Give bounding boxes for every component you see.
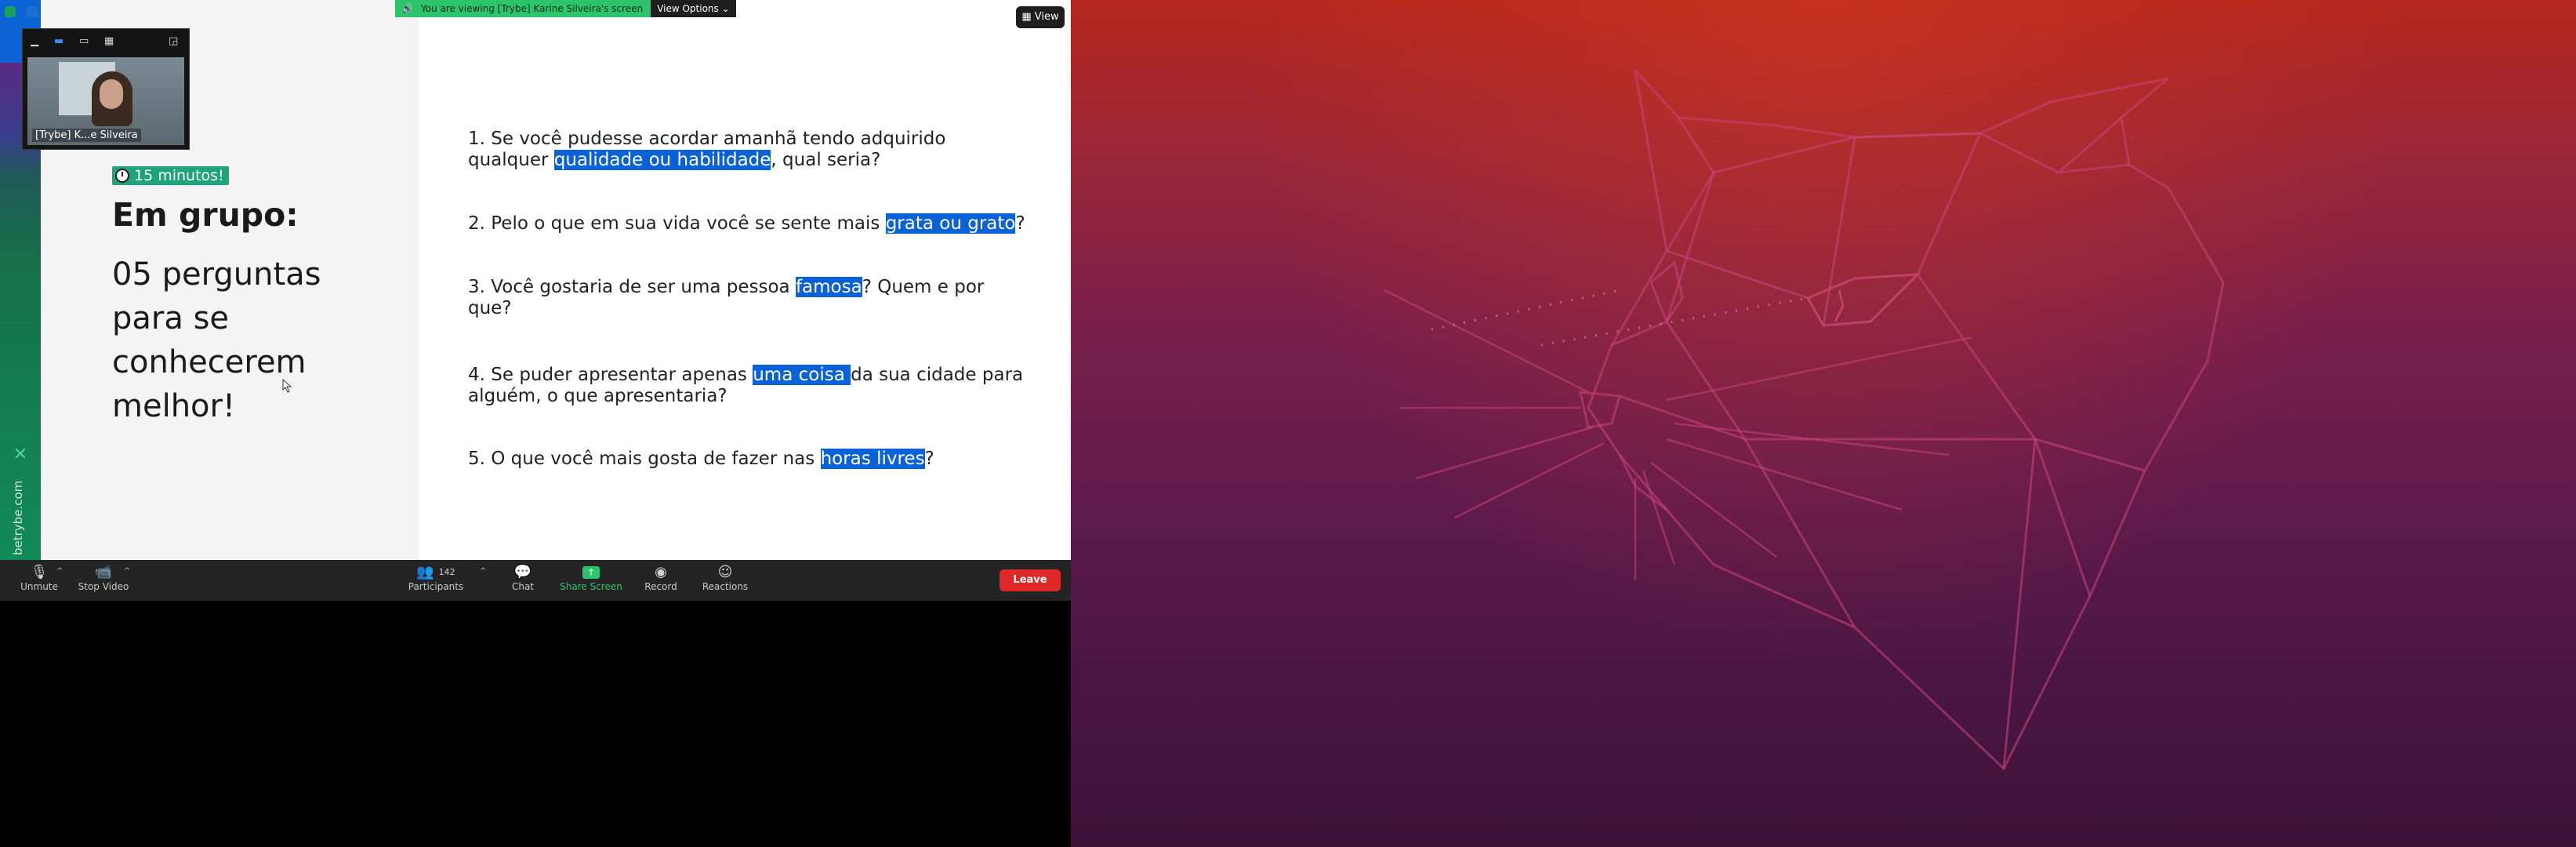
view-options-label: View Options	[657, 3, 719, 14]
participant-face	[100, 79, 123, 109]
question-line: 1. Se você pudesse acordar amanhã tendo …	[468, 129, 1040, 150]
cat-line-art	[1384, 67, 2225, 771]
minimize-icon[interactable]: ▁	[31, 35, 38, 47]
question-highlight: grata ou grato	[885, 213, 1016, 234]
chat-icon: 💬	[513, 564, 532, 580]
reactions-icon: ☺	[717, 564, 733, 580]
video-feed: [Trybe] K...e Silveira	[27, 57, 184, 145]
slide-subtitle: 05 perguntas para se conhecerem melhor!	[112, 256, 321, 424]
leave-button[interactable]: Leave	[1000, 569, 1061, 591]
desktop-wallpaper	[1071, 0, 2576, 847]
view-options-button[interactable]: View Options ⌄	[651, 0, 736, 17]
question-text: 3. Você gostaria de ser uma pessoa	[468, 277, 796, 297]
view-label: View	[1034, 11, 1059, 23]
view-button[interactable]: ▦ View	[1016, 6, 1065, 28]
slide-title: Em grupo:	[112, 196, 299, 234]
brand-url: betrybe.com	[11, 480, 25, 555]
reactions-label: Reactions	[702, 581, 749, 592]
question-text: alguém, o que apresentaria?	[468, 386, 727, 406]
speaker-icon: 🔊	[401, 3, 413, 14]
viewing-banner: 🔊 You are viewing [Trybe] Karine Silveira…	[395, 0, 651, 17]
reactions-button[interactable]: ☺ Reactions	[698, 564, 753, 592]
question-item: 3. Você gostaria de ser uma pessoa famos…	[468, 277, 1040, 319]
question-line: qualquer qualidade ou habilidade, qual s…	[468, 150, 1040, 171]
question-item: 1. Se você pudesse acordar amanhã tendo …	[468, 129, 1040, 171]
zoom-meeting-window: ✕ betrybe.com 15 minutos! Em grupo: 05 p…	[0, 0, 1071, 847]
unmute-button[interactable]: 🎙 Unmute	[19, 564, 60, 592]
unmute-label: Unmute	[20, 581, 58, 592]
participants-button[interactable]: 👥 142 Participants	[405, 564, 467, 592]
question-text: qualquer	[468, 150, 554, 170]
question-text: 2. Pelo o que em sua vida você se sente …	[468, 213, 886, 234]
chevron-down-icon: ⌄	[721, 3, 730, 14]
question-text: 4. Se puder apresentar apenas	[468, 365, 753, 385]
share-screen-icon: ↑	[582, 566, 600, 579]
audio-options-caret-icon[interactable]: ^	[56, 567, 63, 576]
record-label: Record	[644, 581, 677, 592]
question-text: da sua cidade para	[851, 365, 1024, 385]
chat-button[interactable]: 💬 Chat	[508, 564, 538, 592]
chat-label: Chat	[511, 581, 535, 592]
share-screen-button[interactable]: ↑ Share Screen	[557, 564, 626, 592]
question-item: 2. Pelo o que em sua vida você se sente …	[468, 213, 1040, 234]
question-line: que?	[468, 298, 1040, 319]
meeting-toolbar: 🎙 Unmute ^ 📹 Stop Video ^ 👥 142 Particip…	[0, 560, 1071, 601]
question-text: ? Quem e por	[862, 277, 985, 297]
trybe-logo-icon: ✕	[13, 445, 28, 464]
question-text: ?	[924, 449, 934, 469]
share-screen-label: Share Screen	[560, 581, 622, 592]
question-item: 4. Se puder apresentar apenas uma coisa …	[468, 365, 1040, 407]
self-video-thumbnail[interactable]: ▁ ▬ ▭ ▦ ◲ [Trybe] K...e Silveira	[22, 28, 190, 150]
question-line: alguém, o que apresentaria?	[468, 386, 1040, 407]
grid-view-icon: ▦	[1021, 11, 1032, 23]
participants-count: 142	[438, 567, 455, 577]
question-line: 4. Se puder apresentar apenas uma coisa …	[468, 365, 1040, 386]
question-text: 5. O que você mais gosta de fazer nas	[468, 449, 821, 469]
timer-badge: 15 minutos!	[112, 166, 229, 185]
participants-label: Participants	[408, 581, 464, 592]
exit-minimized-icon[interactable]: ◲	[169, 35, 178, 47]
screen-share-banner: 🔊 You are viewing [Trybe] Karine Silveira…	[395, 0, 736, 17]
speaker-view-icon[interactable]: ▭	[79, 35, 89, 47]
question-text: 1. Se você pudesse acordar amanhã tendo …	[468, 129, 946, 149]
participants-options-caret-icon[interactable]: ^	[480, 567, 486, 576]
timer-label: 15 minutos!	[134, 167, 224, 184]
zoom-status-icons	[5, 6, 38, 17]
participants-icon: 👥 142	[416, 564, 455, 580]
video-options-caret-icon[interactable]: ^	[124, 567, 130, 576]
alarm-clock-icon	[115, 169, 129, 183]
record-icon: ◉	[655, 564, 667, 580]
viewing-text: You are viewing [Trybe] Karine Silveira'…	[420, 3, 644, 14]
question-line: 2. Pelo o que em sua vida você se sente …	[468, 213, 1040, 234]
gallery-view-icon[interactable]: ▦	[104, 35, 114, 47]
question-text: , qual seria?	[771, 150, 881, 170]
question-highlight: famosa	[795, 277, 862, 297]
question-highlight: qualidade ou habilidade	[553, 150, 771, 170]
video-thumbnail-toolbar: ▁ ▬ ▭ ▦ ◲	[23, 29, 189, 53]
question-text: que?	[468, 298, 512, 318]
stop-video-label: Stop Video	[78, 581, 129, 592]
participant-name-label: [Trybe] K...e Silveira	[32, 129, 141, 142]
question-text: ?	[1015, 213, 1025, 234]
mouse-cursor-icon	[282, 379, 292, 393]
question-line: 5. O que você mais gosta de fazer nas ho…	[468, 449, 1040, 470]
question-line: 3. Você gostaria de ser uma pessoa famos…	[468, 277, 1040, 298]
question-highlight: horas livres	[820, 449, 925, 469]
question-list: 1. Se você pudesse acordar amanhã tendo …	[468, 129, 1040, 512]
muted-microphone-icon: 🎙	[30, 564, 49, 580]
record-button[interactable]: ◉ Record	[641, 564, 680, 592]
question-item: 5. O que você mais gosta de fazer nas ho…	[468, 449, 1040, 470]
thumbnail-view-icon[interactable]: ▬	[54, 35, 63, 47]
question-highlight: uma coisa	[753, 365, 851, 385]
